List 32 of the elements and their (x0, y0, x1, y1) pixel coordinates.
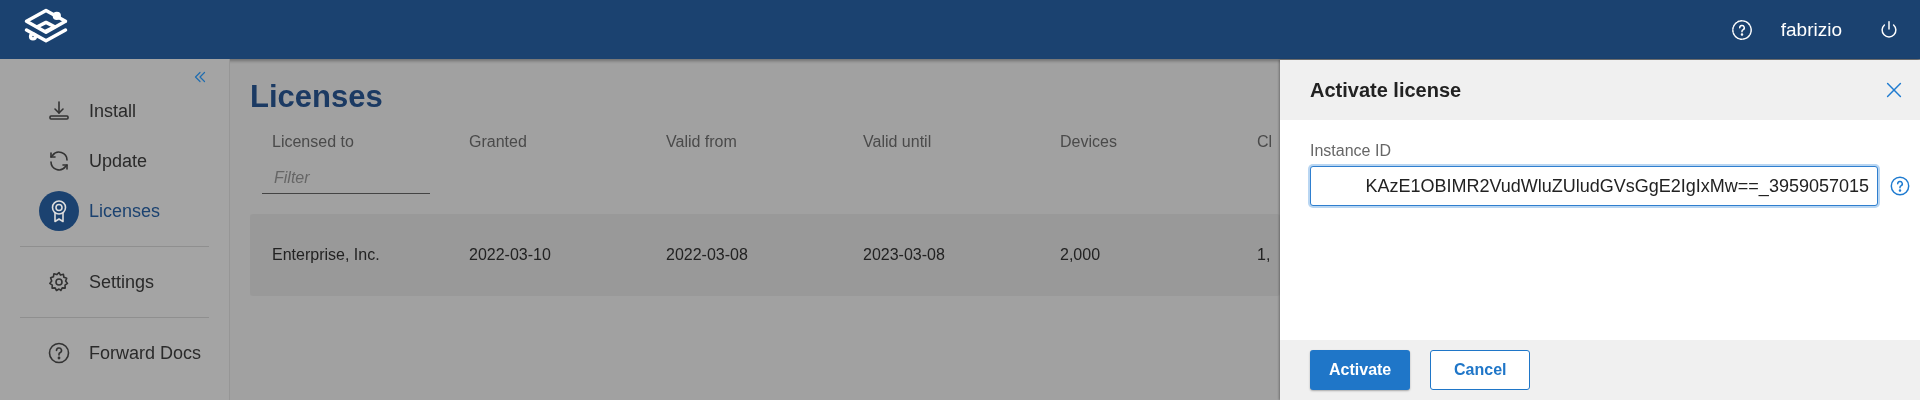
gear-icon (47, 270, 71, 294)
table-cell: 2,000 (1060, 246, 1101, 263)
field-label: Instance ID (1310, 142, 1392, 160)
column-header[interactable]: Licensed to (272, 133, 354, 150)
column-header[interactable]: Devices (1060, 133, 1117, 150)
download-icon (47, 99, 71, 123)
table-row[interactable]: Enterprise, Inc. 2022-03-10 2022-03-08 2023-03-08 2,000 1, (250, 214, 1280, 296)
refresh-icon (47, 149, 71, 173)
nav-item[interactable]: Install (20, 86, 209, 136)
table-cell: Enterprise, Inc. (272, 246, 380, 263)
table-cell: 2022-03-08 (666, 246, 748, 263)
help-icon (47, 341, 71, 365)
nav-item[interactable]: Licenses (20, 186, 209, 236)
table-cell: 2023-03-08 (863, 246, 945, 263)
help-icon[interactable] (1889, 175, 1911, 197)
column-header[interactable]: Valid until (863, 133, 932, 150)
column-header[interactable]: Valid from (666, 133, 737, 150)
filter-field[interactable]: Filter (262, 163, 430, 194)
nav-item[interactable]: Settings (20, 257, 209, 307)
nav-item[interactable]: Forward Docs (20, 328, 209, 378)
activate-button[interactable]: Activate (1310, 350, 1411, 390)
nav-item[interactable]: Update (20, 136, 209, 186)
page-title: Licenses (250, 79, 383, 115)
panel-title: Activate license (1310, 78, 1462, 102)
column-header[interactable]: Cl (1257, 133, 1273, 150)
power-icon[interactable] (1878, 18, 1900, 41)
table-cell: 2022-03-10 (469, 246, 551, 263)
user-name[interactable]: fabrizio (1780, 18, 1842, 41)
instance-id-field[interactable]: KAzE1OBIMR2VudWluZUludGVsGgE2IgIxMw==_3959057015 (1310, 166, 1878, 206)
table-cell: 1, (1257, 246, 1271, 263)
column-header[interactable]: Granted (469, 133, 527, 150)
cancel-button[interactable]: Cancel (1430, 350, 1531, 390)
